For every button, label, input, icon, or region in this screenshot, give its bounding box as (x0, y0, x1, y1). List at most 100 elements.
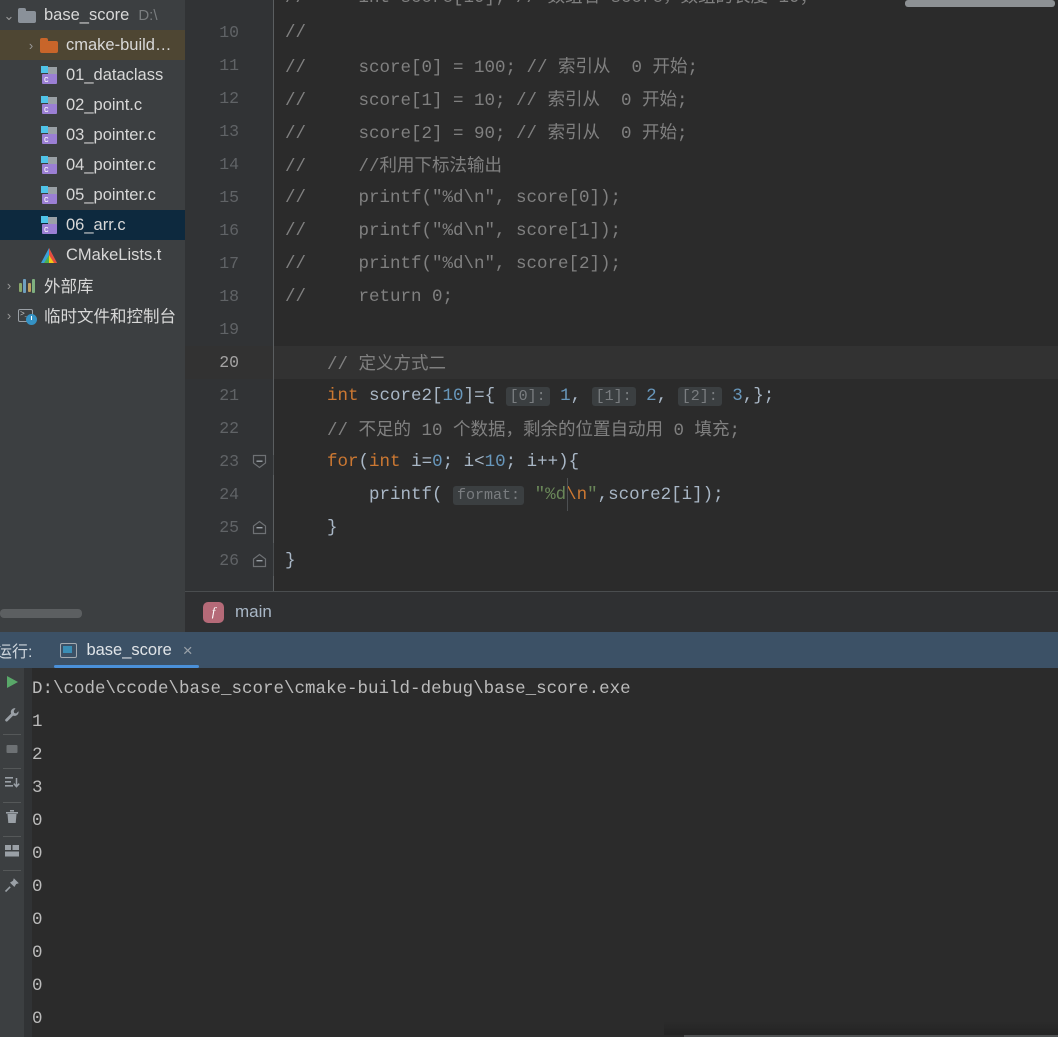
rerun-button[interactable] (0, 668, 24, 701)
line-number[interactable]: 15 (185, 188, 247, 207)
pin-tab-button[interactable] (0, 871, 24, 904)
code-text: // score[2] = 90; // 索引从 0 开始; (273, 119, 688, 144)
breadcrumb-label[interactable]: main (235, 602, 272, 622)
token-plain: } (285, 550, 296, 571)
scroll-to-end-button[interactable] (0, 769, 24, 802)
fold-gutter-cell[interactable] (247, 445, 273, 478)
line-number[interactable]: 19 (185, 320, 247, 339)
edit-configurations-button[interactable] (0, 701, 24, 734)
line-number[interactable]: 23 (185, 452, 247, 471)
fold-gutter-cell[interactable] (247, 280, 273, 313)
stop-button[interactable] (0, 735, 24, 768)
token-plain: ; i++){ (505, 451, 580, 472)
line-number[interactable]: 25 (185, 518, 247, 537)
code-line-14[interactable]: 14 // //利用下标法输出 (185, 148, 1058, 181)
tree-item-04-pointer-c[interactable]: c 04_pointer.c (0, 150, 185, 180)
code-line-25[interactable]: 25 } (185, 511, 1058, 544)
project-tree-hscrollbar-track[interactable] (0, 609, 185, 625)
layout-settings-button[interactable] (0, 837, 24, 870)
code-line-26[interactable]: 26} (185, 544, 1058, 577)
chevron-icon[interactable]: › (0, 309, 18, 322)
run-tool-window-title: 运行: (0, 644, 33, 661)
line-number[interactable]: 17 (185, 254, 247, 273)
scroll-down-icon (4, 775, 20, 796)
line-number[interactable]: 10 (185, 23, 247, 42)
editor-horizontal-scrollbar-track[interactable] (185, 0, 1058, 8)
fold-gutter-cell[interactable] (247, 49, 273, 82)
tree-item-label: 01_dataclass (66, 65, 164, 84)
tree-item-05-pointer-c[interactable]: c 05_pointer.c (0, 180, 185, 210)
line-number[interactable]: 11 (185, 56, 247, 75)
fold-gutter-cell[interactable] (247, 379, 273, 412)
fold-gutter-cell[interactable] (247, 478, 273, 511)
code-line-24[interactable]: 24 printf( format: "%d\n",score2[i]); (185, 478, 1058, 511)
fold-gutter-cell[interactable] (247, 16, 273, 49)
line-number[interactable]: 16 (185, 221, 247, 240)
run-tool-window-toolbar[interactable] (0, 668, 24, 1037)
line-number[interactable]: 14 (185, 155, 247, 174)
line-number[interactable]: 22 (185, 419, 247, 438)
fold-gutter-cell[interactable] (247, 247, 273, 280)
fold-gutter-cell[interactable] (247, 544, 273, 577)
code-line-20[interactable]: 20 // 定义方式二 (185, 346, 1058, 379)
fold-gutter-cell[interactable] (247, 181, 273, 214)
line-number[interactable]: 13 (185, 122, 247, 141)
chevron-icon[interactable]: ⌄ (0, 9, 18, 22)
tree-item-label: 04_pointer.c (66, 155, 156, 174)
fold-gutter-cell[interactable] (247, 313, 273, 346)
code-line-19[interactable]: 19 (185, 313, 1058, 346)
close-icon[interactable]: × (183, 642, 193, 659)
tree-item-03-pointer-c[interactable]: c 03_pointer.c (0, 120, 185, 150)
tree-item-02-point-c[interactable]: c 02_point.c (0, 90, 185, 120)
tree-item-cmake-build-[interactable]: › cmake-build… (0, 30, 185, 60)
fold-gutter-cell[interactable] (247, 115, 273, 148)
console-output-line: 3 (32, 777, 43, 798)
tree-item--[interactable]: › 外部库 (0, 270, 185, 300)
line-number[interactable]: 18 (185, 287, 247, 306)
breadcrumb[interactable]: f main (185, 591, 1058, 632)
run-tab-base-score[interactable]: base_score × (54, 632, 199, 668)
code-line-13[interactable]: 13 // score[2] = 90; // 索引从 0 开始; (185, 115, 1058, 148)
code-line-18[interactable]: 18 // return 0; (185, 280, 1058, 313)
fold-gutter-cell[interactable] (247, 412, 273, 445)
chevron-icon[interactable]: › (0, 279, 18, 292)
code-line-16[interactable]: 16 // printf("%d\n", score[1]); (185, 214, 1058, 247)
tree-item-01-dataclass[interactable]: c 01_dataclass (0, 60, 185, 90)
editor-horizontal-scrollbar-thumb[interactable] (905, 0, 1055, 7)
code-text: printf( format: "%d\n",score2[i]); (273, 485, 724, 505)
code-line-11[interactable]: 11 // score[0] = 100; // 索引从 0 开始; (185, 49, 1058, 82)
tree-item-base-score[interactable]: ⌄ base_score D:\ (0, 0, 185, 30)
code-text: // 定义方式二 (273, 350, 446, 375)
code-line-21[interactable]: 21 int score2[10]={ [0]: 1, [1]: 2, [2]:… (185, 379, 1058, 412)
code-line-23[interactable]: 23 for(int i=0; i<10; i++){ (185, 445, 1058, 478)
code-line-12[interactable]: 12 // score[1] = 10; // 索引从 0 开始; (185, 82, 1058, 115)
chevron-icon[interactable]: › (22, 39, 40, 52)
fold-gutter-cell[interactable] (247, 346, 273, 379)
code-line-15[interactable]: 15 // printf("%d\n", score[0]); (185, 181, 1058, 214)
code-line-10[interactable]: 10 // (185, 16, 1058, 49)
line-number[interactable]: 20 (185, 353, 247, 372)
run-tool-window-header: 运行: base_score × (0, 632, 1058, 668)
code-line-22[interactable]: 22 // 不足的 10 个数据，剩余的位置自动用 0 填充; (185, 412, 1058, 445)
tree-item--[interactable]: › >_ 临时文件和控制台 (0, 300, 185, 330)
line-number[interactable]: 21 (185, 386, 247, 405)
code-editor[interactable]: // int score[10]; // 数组名 score，数组的长度 10；… (185, 0, 1058, 591)
fold-gutter-cell[interactable] (247, 148, 273, 181)
run-console-output[interactable]: D:\code\ccode\base_score\cmake-build-deb… (24, 668, 1058, 1037)
token-plain: ; i< (442, 451, 485, 472)
code-line-17[interactable]: 17 // printf("%d\n", score[2]); (185, 247, 1058, 280)
project-tree-panel[interactable]: ⌄ base_score D:\ › cmake-build… c 01_dataclas… (0, 0, 185, 632)
line-number[interactable]: 24 (185, 485, 247, 504)
tree-item-cmakelists-t[interactable]: CMakeLists.t (0, 240, 185, 270)
fold-gutter-cell[interactable] (247, 82, 273, 115)
line-number[interactable]: 26 (185, 551, 247, 570)
code-text: } (273, 551, 296, 571)
fold-gutter-cell[interactable] (247, 214, 273, 247)
tree-item-06-arr-c[interactable]: c 06_arr.c (0, 210, 185, 240)
project-tree-hscrollbar-thumb[interactable] (0, 609, 82, 618)
fold-gutter-cell[interactable] (247, 511, 273, 544)
line-number[interactable]: 12 (185, 89, 247, 108)
token-plain: ,}; (742, 385, 775, 406)
clear-all-button[interactable] (0, 803, 24, 836)
